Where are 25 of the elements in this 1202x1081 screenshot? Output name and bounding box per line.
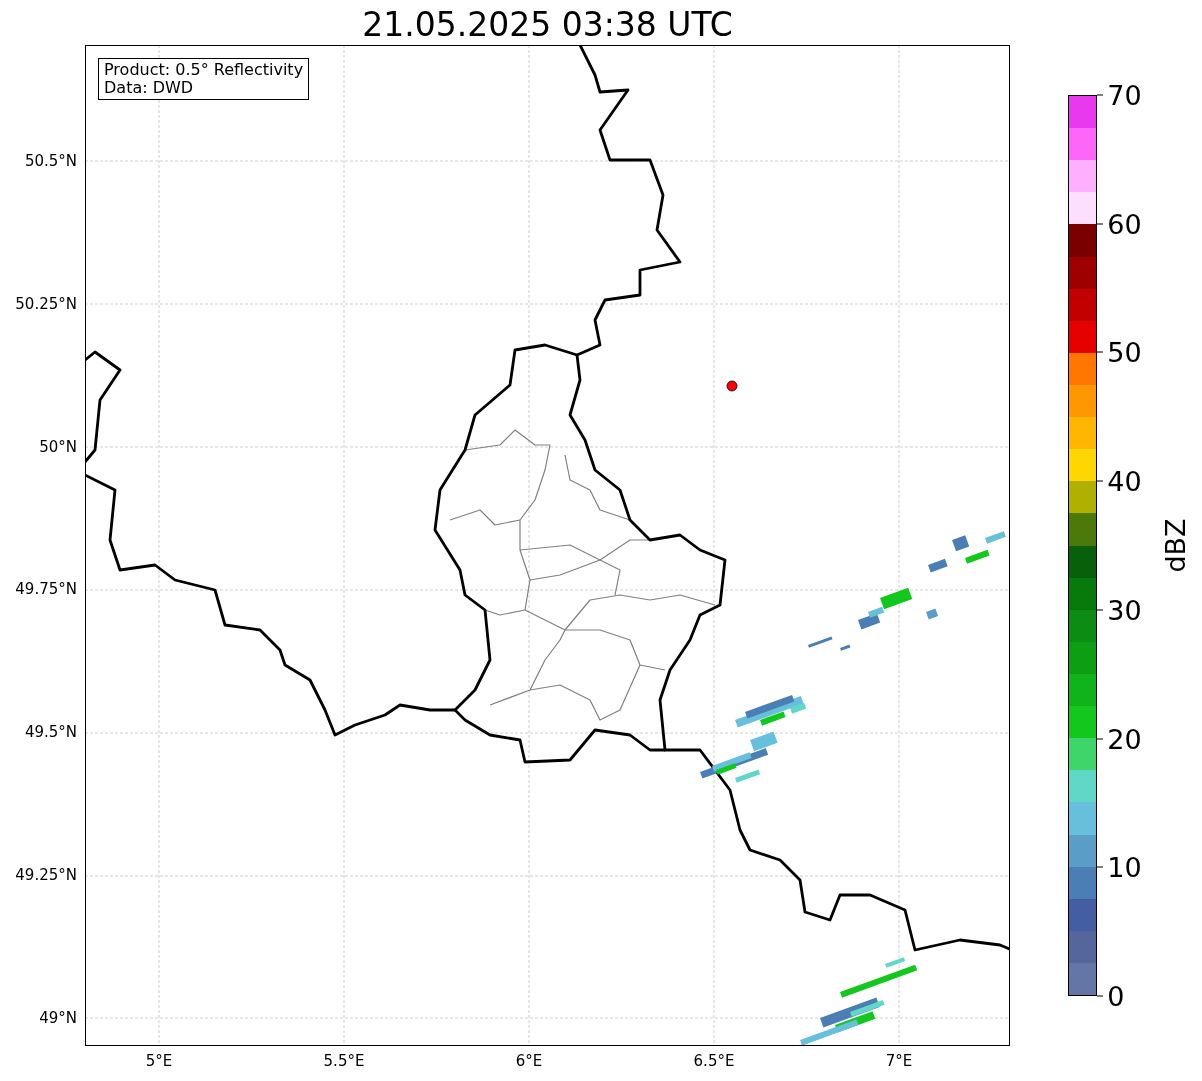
- latitude-label: 50.25°N: [15, 294, 77, 313]
- longitude-label: 6°E: [515, 1052, 543, 1070]
- colorbar-tick-label: 50: [1107, 336, 1142, 368]
- colorbar-tick-label: 20: [1107, 723, 1142, 755]
- longitude-label: 5°E: [145, 1052, 173, 1070]
- latitude-label: 49.75°N: [15, 580, 77, 599]
- latitude-label: 50.5°N: [24, 152, 77, 170]
- latitude-label: 49°N: [39, 1008, 77, 1027]
- colorbar-tick-label: 0: [1107, 980, 1125, 1012]
- latitude-label: 49.25°N: [15, 866, 77, 884]
- colorbar-tick-label: 60: [1107, 208, 1142, 240]
- latitude-label: 49.5°N: [24, 723, 77, 742]
- longitude-label: 5.5°E: [323, 1052, 365, 1070]
- colorbar-label: dBZ: [1159, 518, 1191, 573]
- info-text: Product: 0.5° Reflectivity: [104, 61, 304, 79]
- longitude-label: 7°E: [885, 1052, 913, 1070]
- colorbar-tick-label: 70: [1107, 79, 1142, 111]
- info-text: Data: DWD: [104, 79, 195, 97]
- station-marker: [726, 380, 738, 392]
- latitude-label: 50°N: [39, 437, 77, 456]
- chart-title: 21.05.2025 03:38 UTC: [362, 5, 733, 45]
- colorbar-tick-label: 10: [1107, 851, 1142, 883]
- colorbar-tick-label: 30: [1107, 594, 1142, 626]
- longitude-label: 6.5°E: [693, 1052, 735, 1070]
- colorbar-tick-label: 40: [1107, 465, 1142, 497]
